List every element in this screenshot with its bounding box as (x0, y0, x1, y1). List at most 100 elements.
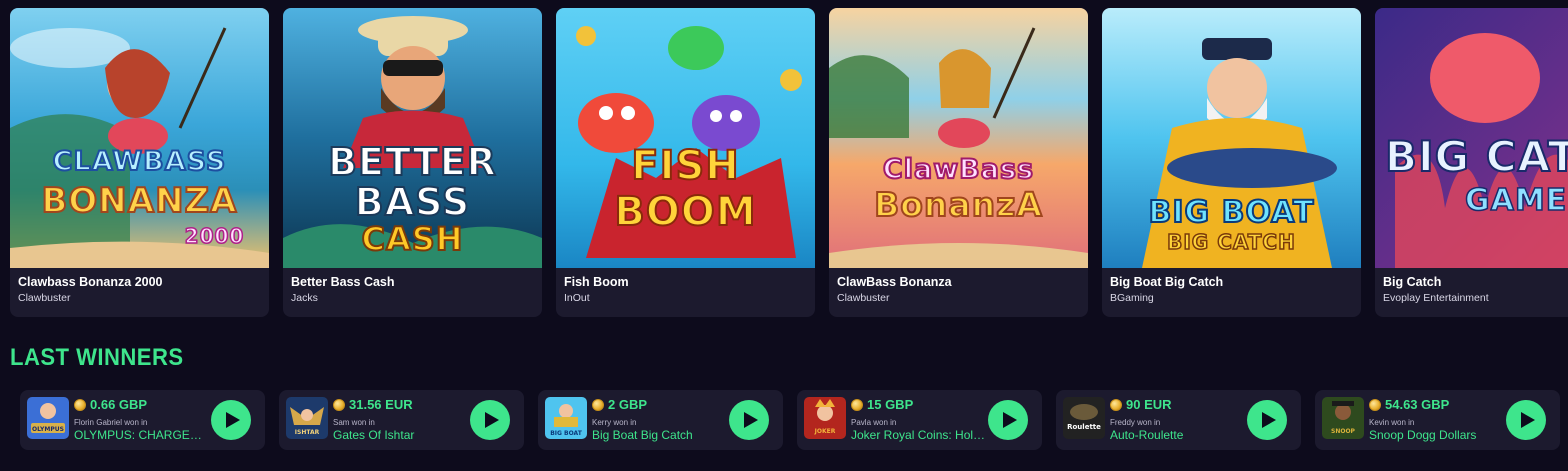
winner-card[interactable]: Roulette 90 EUR Freddy won in Auto-Roule… (1056, 390, 1301, 450)
coin-icon (1110, 398, 1122, 411)
game-art-title: ClawBass (882, 154, 1035, 185)
winner-game-thumbnail[interactable]: OLYMPUS (27, 397, 69, 439)
winner-game-thumbnail[interactable]: BIG BOAT (545, 397, 587, 439)
game-card[interactable]: BETTER BASS CASH Better Bass Cash Jacks (283, 8, 542, 317)
winner-name: Kevin won in (1369, 418, 1415, 427)
game-art-title: BIG BOAT (1147, 195, 1315, 230)
winner-game-image-label: OLYMPUS (32, 426, 64, 433)
game-provider: Clawbuster (18, 292, 71, 304)
winner-game-thumbnail[interactable]: Roulette (1063, 397, 1105, 439)
play-button[interactable] (211, 400, 251, 440)
game-art-title: 2000 (184, 224, 245, 248)
game-card[interactable]: ClawBass BonanzA ClawBass Bonanza Clawbu… (829, 8, 1088, 317)
winner-game-thumbnail[interactable]: ISHTAR (286, 397, 328, 439)
game-title: Better Bass Cash (291, 275, 395, 289)
coin-icon (333, 398, 345, 411)
winner-card[interactable]: BIG BOAT 2 GBP Kerry won in Big Boat Big… (538, 390, 783, 450)
play-icon (743, 412, 758, 428)
winner-card[interactable]: JOKER 15 GBP Pavla won in Joker Royal Co… (797, 390, 1042, 450)
game-thumbnail[interactable]: BIG BOAT BIG CATCH (1102, 8, 1361, 268)
winner-game-image: BIG BOAT (545, 397, 587, 439)
game-art-title: CLAWBASS (52, 146, 227, 177)
game-provider: Evoplay Entertainment (1383, 292, 1489, 304)
play-icon (225, 412, 240, 428)
game-art-title: BETTER (327, 140, 497, 184)
play-button[interactable] (1506, 400, 1546, 440)
winner-amount: 0.66 GBP (90, 397, 148, 412)
winner-card[interactable]: ISHTAR 31.56 EUR Sam won in Gates Of Ish… (279, 390, 524, 450)
play-icon (1002, 412, 1017, 428)
winner-amount: 90 EUR (1126, 397, 1172, 412)
coin-icon (851, 398, 863, 411)
winner-amount: 54.63 GBP (1385, 397, 1450, 412)
game-art-title: BOOM (613, 189, 757, 235)
winner-game-image: SNOOP (1322, 397, 1364, 439)
winner-name: Sam won in (333, 418, 375, 427)
winner-game-image: OLYMPUS (27, 397, 69, 439)
winner-game-image-label: SNOOP (1331, 428, 1356, 435)
play-button[interactable] (1247, 400, 1287, 440)
winner-game-image-label: JOKER (814, 428, 836, 435)
play-icon (1520, 412, 1535, 428)
winner-game-thumbnail[interactable]: JOKER (804, 397, 846, 439)
winner-game-image-label: BIG BOAT (550, 430, 583, 437)
game-art-image (829, 8, 1088, 268)
winner-game-image: Roulette (1063, 397, 1105, 439)
winner-game-image-label: ISHTAR (295, 429, 320, 436)
game-title: Big Catch (1383, 275, 1442, 289)
winner-game-link[interactable]: OLYMPUS: CHARGED UP (74, 428, 209, 442)
winner-amount: 15 GBP (867, 397, 914, 412)
game-card[interactable]: BIG CATC GAME Big Catch Evoplay Entertai… (1375, 8, 1568, 317)
game-title: Fish Boom (564, 275, 629, 289)
winner-amount: 31.56 EUR (349, 397, 413, 412)
game-art-title: CASH (360, 220, 464, 258)
game-art-title: GAME (1464, 183, 1568, 218)
winner-game-link[interactable]: Big Boat Big Catch (592, 428, 727, 442)
winner-game-image: ISHTAR (286, 397, 328, 439)
coin-icon (1369, 398, 1381, 411)
winner-game-link[interactable]: Snoop Dogg Dollars (1369, 428, 1504, 442)
play-button[interactable] (988, 400, 1028, 440)
game-thumbnail[interactable]: BETTER BASS CASH (283, 8, 542, 268)
winner-game-image-label: Roulette (1067, 423, 1101, 431)
game-provider: BGaming (1110, 292, 1154, 304)
winner-name: Freddy won in (1110, 418, 1161, 427)
winner-game-link[interactable]: Joker Royal Coins: Hold & Win (851, 428, 986, 442)
winner-card[interactable]: OLYMPUS 0.66 GBP Florin Gabriel won in O… (20, 390, 265, 450)
play-button[interactable] (729, 400, 769, 440)
game-art-title: FISH (630, 143, 740, 189)
play-icon (1261, 412, 1276, 428)
game-thumbnail[interactable]: CLAWBASS BONANZA 2000 (10, 8, 269, 268)
game-art-title: BonanzA (873, 185, 1043, 224)
last-winners-list: OLYMPUS 0.66 GBP Florin Gabriel won in O… (20, 390, 1560, 450)
play-button[interactable] (470, 400, 510, 440)
game-card[interactable]: BIG BOAT BIG CATCH Big Boat Big Catch BG… (1102, 8, 1361, 317)
winner-game-thumbnail[interactable]: SNOOP (1322, 397, 1364, 439)
winner-game-link[interactable]: Gates Of Ishtar (333, 428, 468, 442)
game-title: Clawbass Bonanza 2000 (18, 275, 163, 289)
game-provider: InOut (564, 292, 590, 304)
winner-name: Florin Gabriel won in (74, 418, 148, 427)
game-provider: Clawbuster (837, 292, 890, 304)
game-title: ClawBass Bonanza (837, 275, 952, 289)
game-provider: Jacks (291, 292, 318, 304)
coin-icon (74, 398, 86, 411)
game-title: Big Boat Big Catch (1110, 275, 1224, 289)
coin-icon (592, 398, 604, 411)
game-art-title: BIG CATCH (1166, 230, 1296, 254)
games-carousel: CLAWBASS BONANZA 2000 Clawbass Bonanza 2… (10, 8, 1568, 317)
winner-amount: 2 GBP (608, 397, 648, 412)
game-art-title: BASS (354, 180, 471, 224)
game-thumbnail[interactable]: ClawBass BonanzA (829, 8, 1088, 268)
game-card[interactable]: CLAWBASS BONANZA 2000 Clawbass Bonanza 2… (10, 8, 269, 317)
winner-name: Kerry won in (592, 418, 637, 427)
play-icon (484, 412, 499, 428)
game-thumbnail[interactable]: BIG CATC GAME (1375, 8, 1568, 268)
game-card[interactable]: FISH BOOM Fish Boom InOut (556, 8, 815, 317)
game-thumbnail[interactable]: FISH BOOM (556, 8, 815, 268)
winner-card[interactable]: SNOOP 54.63 GBP Kevin won in Snoop Dogg … (1315, 390, 1560, 450)
winner-game-link[interactable]: Auto-Roulette (1110, 428, 1245, 442)
game-art-title: BONANZA (40, 181, 238, 221)
winner-game-image: JOKER (804, 397, 846, 439)
section-title-last-winners: LAST WINNERS (10, 344, 184, 371)
